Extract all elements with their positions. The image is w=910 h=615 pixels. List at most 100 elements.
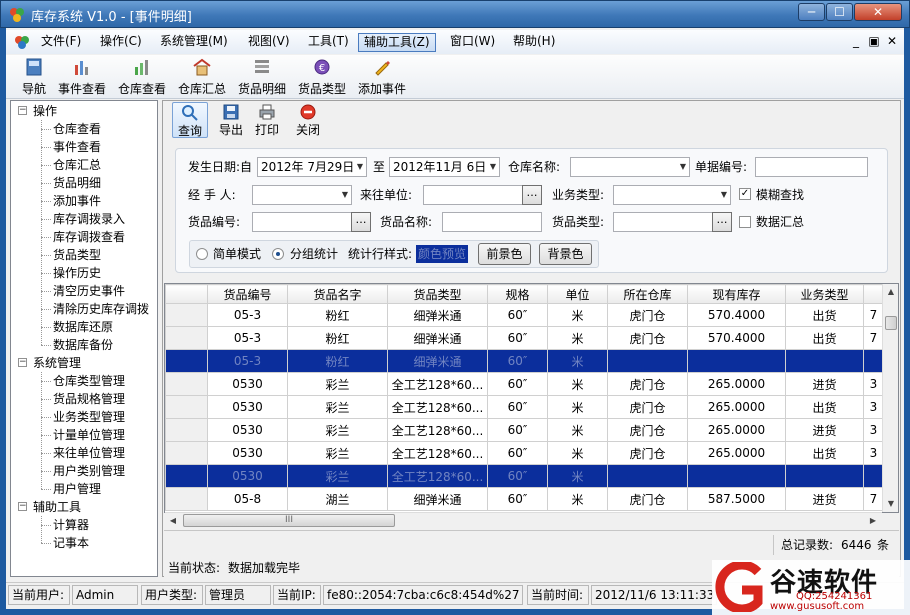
table-cell[interactable]: 60″ xyxy=(487,441,548,465)
tree-item[interactable]: 用户类别管理 xyxy=(53,462,125,480)
table-cell[interactable] xyxy=(785,464,864,488)
export-button[interactable]: 导出 xyxy=(214,102,248,138)
tree-item[interactable]: 操作历史 xyxy=(53,264,101,282)
table-cell[interactable]: 出货 xyxy=(785,326,864,350)
goods-type-browse-button[interactable]: … xyxy=(712,212,732,232)
goods-number-browse-button[interactable]: … xyxy=(351,212,371,232)
row-header[interactable] xyxy=(165,349,208,373)
group-stat-radio[interactable] xyxy=(272,248,284,260)
tree-item[interactable]: 库存调拨录入 xyxy=(53,210,125,228)
goods-type-input[interactable] xyxy=(613,212,713,232)
tree-expander-icon[interactable]: − xyxy=(18,106,27,115)
column-header[interactable]: 所在仓库 xyxy=(607,284,688,304)
column-header[interactable]: 货品编号 xyxy=(207,284,288,304)
tree-item[interactable]: 计算器 xyxy=(53,516,89,534)
table-cell[interactable]: 3 xyxy=(863,418,884,442)
table-cell[interactable]: 3 xyxy=(863,441,884,465)
table-cell[interactable] xyxy=(687,464,786,488)
table-cell[interactable]: 虎门仓 xyxy=(607,395,688,419)
table-cell[interactable]: 0530 xyxy=(207,441,288,465)
table-cell[interactable]: 60″ xyxy=(487,349,548,373)
table-cell[interactable]: 进货 xyxy=(785,372,864,396)
tree-item[interactable]: 仓库汇总 xyxy=(53,156,101,174)
toolbar-add-event-button[interactable]: 添加事件 xyxy=(356,57,408,97)
tree-item[interactable]: 货品明细 xyxy=(53,174,101,192)
date-from-picker[interactable]: 2012年 7月29日 xyxy=(257,157,367,177)
close-window-button[interactable]: ✕ xyxy=(854,3,902,21)
tree-item[interactable]: 事件查看 xyxy=(53,138,101,156)
table-cell[interactable]: 全工艺128*60... xyxy=(387,464,488,488)
table-cell[interactable]: 进货 xyxy=(785,418,864,442)
toolbar-warehouse-summary-button[interactable]: 仓库汇总 xyxy=(176,57,228,97)
warehouse-select[interactable] xyxy=(570,157,690,177)
tree-item[interactable]: 业务类型管理 xyxy=(53,408,125,426)
tree-item[interactable]: 清空历史事件 xyxy=(53,282,125,300)
partner-input[interactable] xyxy=(423,185,523,205)
scroll-up-icon[interactable]: ▲ xyxy=(883,284,899,300)
column-header[interactable]: 货品名字 xyxy=(287,284,388,304)
menu-tools[interactable]: 工具(T) xyxy=(303,33,354,52)
tree-item[interactable]: 货品规格管理 xyxy=(53,390,125,408)
table-cell[interactable]: 587.5000 xyxy=(687,487,786,511)
tree-item[interactable]: 计量单位管理 xyxy=(53,426,125,444)
table-cell[interactable]: 虎门仓 xyxy=(607,326,688,350)
table-cell[interactable]: 60″ xyxy=(487,464,548,488)
summary-row[interactable]: 0530 彩兰 全工艺128*60... 60″ 米 xyxy=(165,464,885,488)
table-row[interactable]: 0530 彩兰 全工艺128*60... 60″ 米虎门仓 265.0000 进货 3 xyxy=(165,418,885,442)
tree-item[interactable]: 添加事件 xyxy=(53,192,101,210)
table-cell[interactable]: 570.4000 xyxy=(687,303,786,327)
menu-window[interactable]: 窗口(W) xyxy=(445,33,500,52)
toolbar-event-view-button[interactable]: 事件查看 xyxy=(56,57,108,97)
tree-group[interactable]: 辅助工具 xyxy=(33,498,81,516)
table-cell[interactable]: 粉红 xyxy=(287,349,388,373)
tree-expander-icon[interactable]: − xyxy=(18,502,27,511)
table-cell[interactable]: 米 xyxy=(547,464,608,488)
table-cell[interactable] xyxy=(785,349,864,373)
table-cell[interactable]: 米 xyxy=(547,372,608,396)
table-row[interactable]: 05-8 湖兰 细弹米通 60″ 米虎门仓 587.5000 进货 7 xyxy=(165,487,885,511)
tree-item[interactable]: 仓库查看 xyxy=(53,120,101,138)
print-button[interactable]: 打印 xyxy=(252,102,282,138)
tree-group[interactable]: 系统管理 xyxy=(33,354,81,372)
tree-expander-icon[interactable]: − xyxy=(18,358,27,367)
tree-item[interactable]: 记事本 xyxy=(53,534,89,552)
table-cell[interactable]: 全工艺128*60... xyxy=(387,418,488,442)
table-cell[interactable]: 7 xyxy=(863,487,884,511)
table-cell[interactable]: 出货 xyxy=(785,395,864,419)
tree-item[interactable]: 库存调拨查看 xyxy=(53,228,125,246)
table-cell[interactable]: 粉红 xyxy=(287,326,388,350)
query-button[interactable]: 查询 xyxy=(172,102,208,138)
menu-operate[interactable]: 操作(C) xyxy=(95,33,147,52)
simple-mode-radio[interactable] xyxy=(196,248,208,260)
column-header[interactable]: 规格 xyxy=(487,284,548,304)
goods-name-input[interactable] xyxy=(442,212,542,232)
row-header[interactable] xyxy=(165,372,208,396)
table-row[interactable]: 0530 彩兰 全工艺128*60... 60″ 米虎门仓 265.0000 进货 3 xyxy=(165,372,885,396)
doc-number-input[interactable] xyxy=(755,157,868,177)
table-cell[interactable]: 7 xyxy=(863,326,884,350)
table-cell[interactable] xyxy=(863,464,884,488)
menu-aux-tools[interactable]: 辅助工具(Z) xyxy=(358,33,436,52)
table-cell[interactable]: 虎门仓 xyxy=(607,372,688,396)
table-cell[interactable]: 60″ xyxy=(487,395,548,419)
table-cell[interactable]: 米 xyxy=(547,487,608,511)
table-cell[interactable]: 60″ xyxy=(487,303,548,327)
toolbar-goods-type-button[interactable]: € 货品类型 xyxy=(296,57,348,97)
table-cell[interactable]: 粉红 xyxy=(287,303,388,327)
table-cell[interactable]: 265.0000 xyxy=(687,441,786,465)
table-cell[interactable]: 7 xyxy=(863,303,884,327)
column-header[interactable]: 货品类型 xyxy=(387,284,488,304)
toolbar-goods-detail-button[interactable]: 货品明细 xyxy=(236,57,288,97)
table-cell[interactable]: 05-3 xyxy=(207,303,288,327)
table-cell[interactable]: 05-3 xyxy=(207,326,288,350)
scroll-right-icon[interactable]: ▶ xyxy=(865,513,881,529)
table-cell[interactable]: 米 xyxy=(547,395,608,419)
foreground-color-button[interactable]: 前景色 xyxy=(478,243,531,265)
tree-item[interactable]: 来往单位管理 xyxy=(53,444,125,462)
table-cell[interactable]: 0530 xyxy=(207,372,288,396)
tree-item[interactable]: 数据库备份 xyxy=(53,336,113,354)
horizontal-scroll-thumb[interactable]: III xyxy=(183,514,395,527)
table-cell[interactable]: 60″ xyxy=(487,487,548,511)
table-cell[interactable]: 3 xyxy=(863,395,884,419)
table-cell[interactable]: 细弹米通 xyxy=(387,487,488,511)
